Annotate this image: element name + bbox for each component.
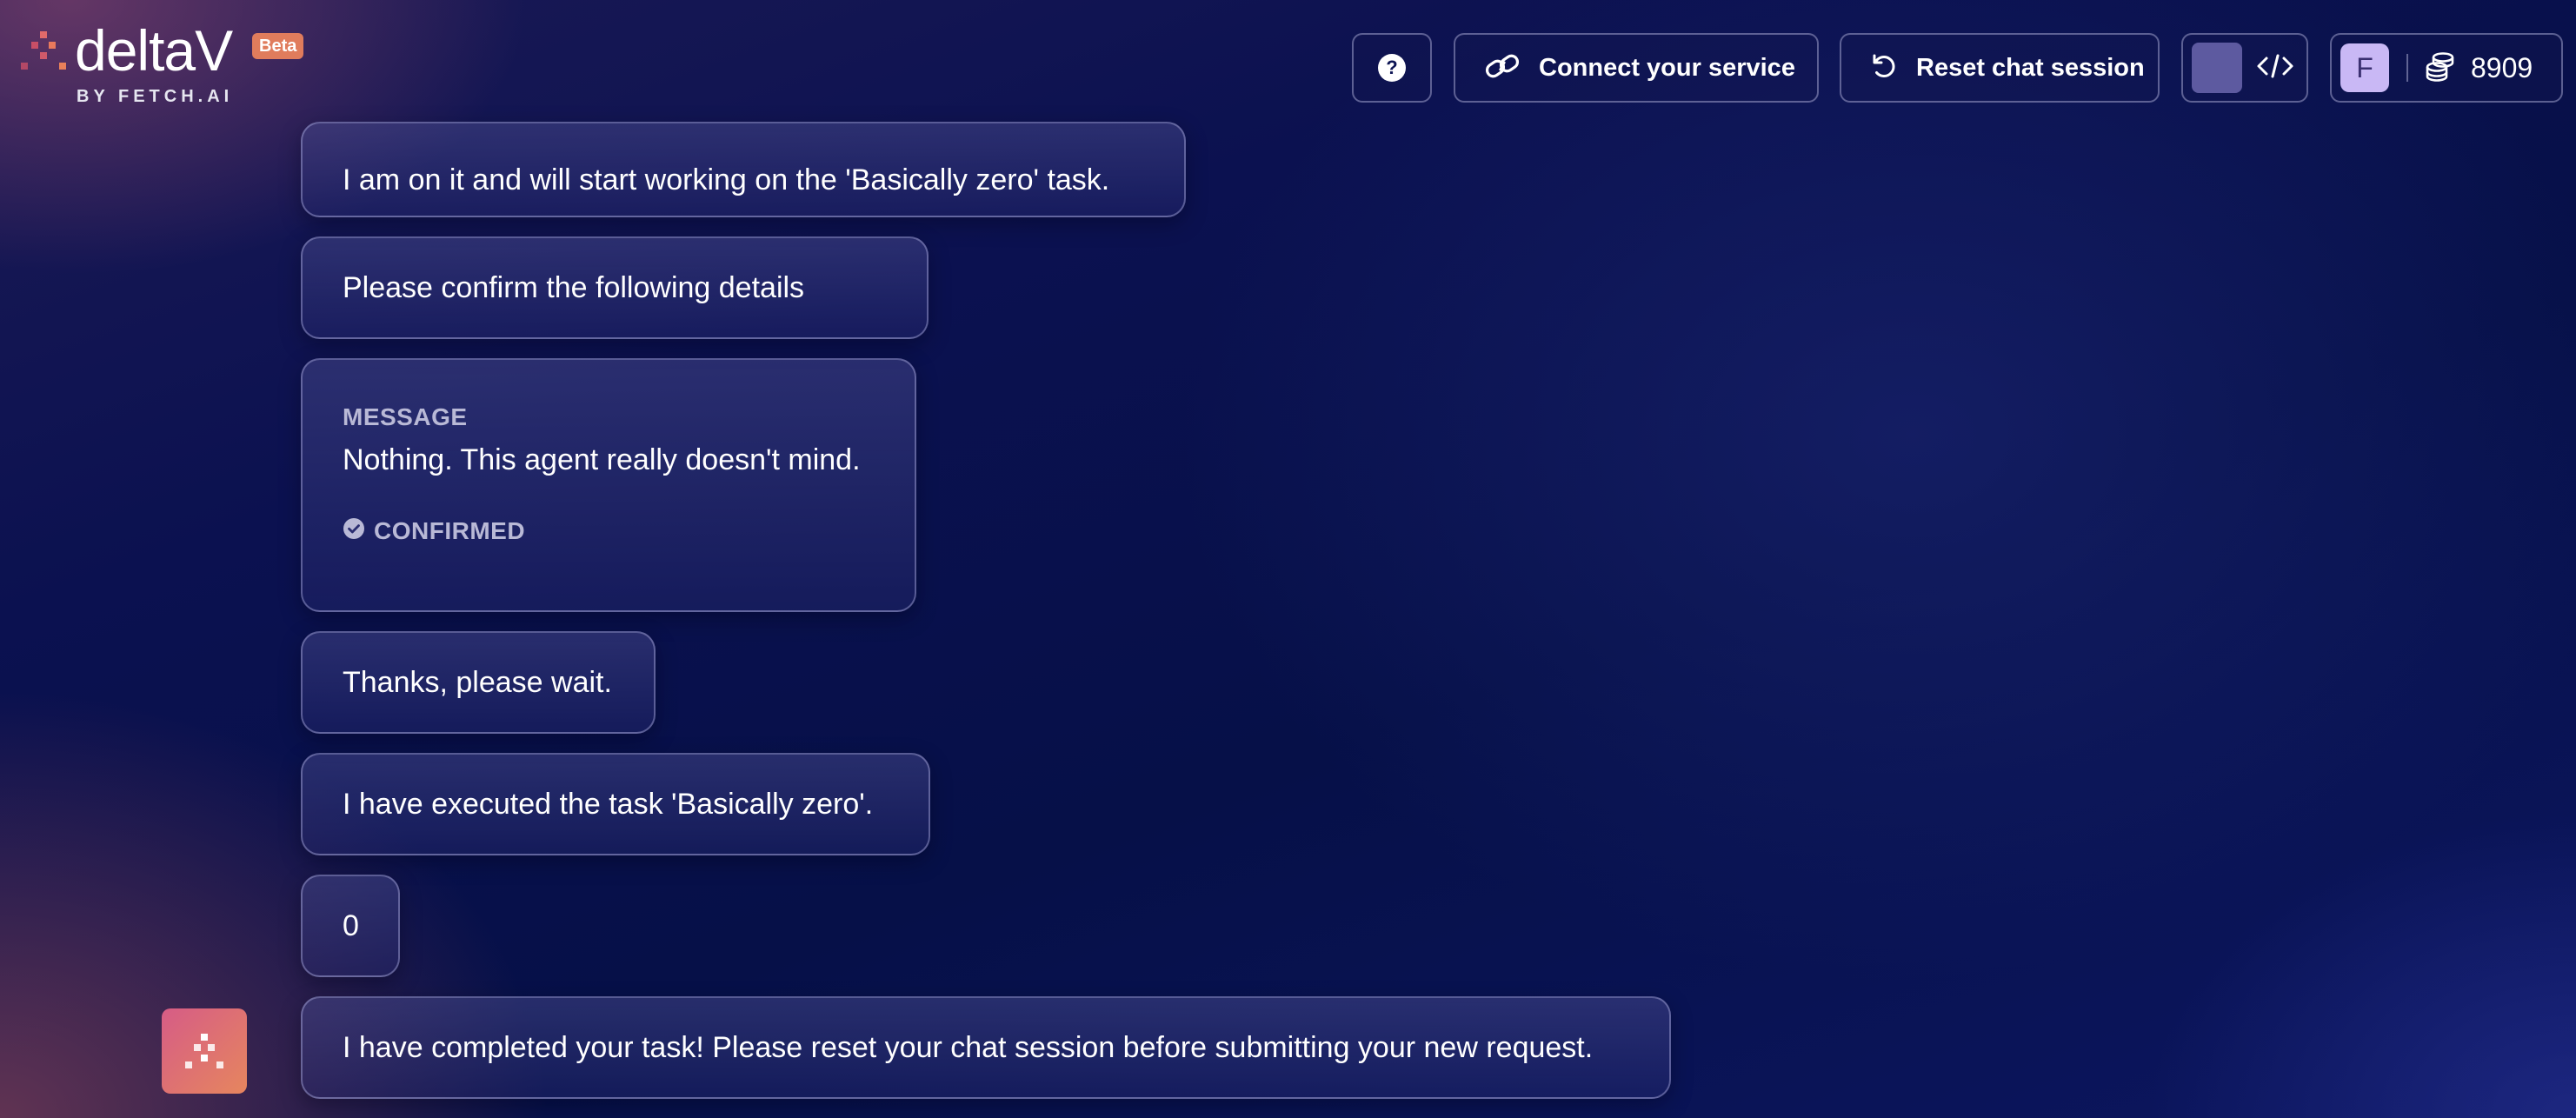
detail-heading: MESSAGE [343,403,468,430]
agent-avatar [162,1008,247,1094]
deltav-mark-icon [185,1034,223,1068]
reset-chat-label: Reset chat session [1916,53,2145,82]
message-text: I am on it and will start working on the… [343,163,1110,196]
credits-count: 8909 [2471,51,2533,83]
connect-service-label: Connect your service [1539,53,1795,82]
message-text: Thanks, please wait. [343,665,612,699]
developer-toggle-button[interactable] [2181,33,2308,103]
color-swatch [2192,43,2242,93]
confirmed-status: CONFIRMED [343,514,525,548]
status-label: CONFIRMED [374,516,526,544]
account-credits-button[interactable]: F 8909 [2330,33,2563,103]
agent-message: Thanks, please wait. [301,631,656,734]
beta-badge: Beta [252,33,304,59]
agent-message: 0 [301,875,400,977]
message-text: 0 [343,908,359,942]
reset-chat-button[interactable]: Reset chat session [1840,33,2160,103]
help-button[interactable]: ? [1352,33,1432,103]
top-header: deltaV Beta BY FETCH.AI ? Connect your s… [0,0,2576,139]
rotate-ccw-icon [1869,51,1899,85]
divider [2406,54,2408,82]
link-icon [1483,50,1521,86]
message-text: I have completed your task! Please reset… [343,1030,1594,1064]
confirmation-card: MESSAGE Nothing. This agent really doesn… [301,358,916,612]
brand-byline: BY FETCH.AI [77,87,234,106]
chat-thread: I am on it and will start working on the… [0,0,2576,1118]
message-text: I have executed the task 'Basically zero… [343,787,874,821]
connect-service-button[interactable]: Connect your service [1454,33,1819,103]
deltav-logo[interactable]: deltaV Beta BY FETCH.AI [16,18,311,115]
deltav-mark-icon [21,31,66,70]
agent-message: I have completed your task! Please reset… [301,996,1671,1099]
user-avatar: F [2340,43,2389,92]
detail-body: Nothing. This agent really doesn't mind. [343,443,861,476]
agent-message: I have executed the task 'Basically zero… [301,753,930,855]
coins-stack-icon [2424,50,2457,87]
question-circle-icon: ? [1378,54,1406,82]
agent-message: Please confirm the following details [301,236,929,339]
check-circle-icon [343,514,365,548]
brand-name: deltaV [75,18,233,83]
message-text: Please confirm the following details [343,270,805,304]
code-brackets-icon [2256,51,2294,85]
